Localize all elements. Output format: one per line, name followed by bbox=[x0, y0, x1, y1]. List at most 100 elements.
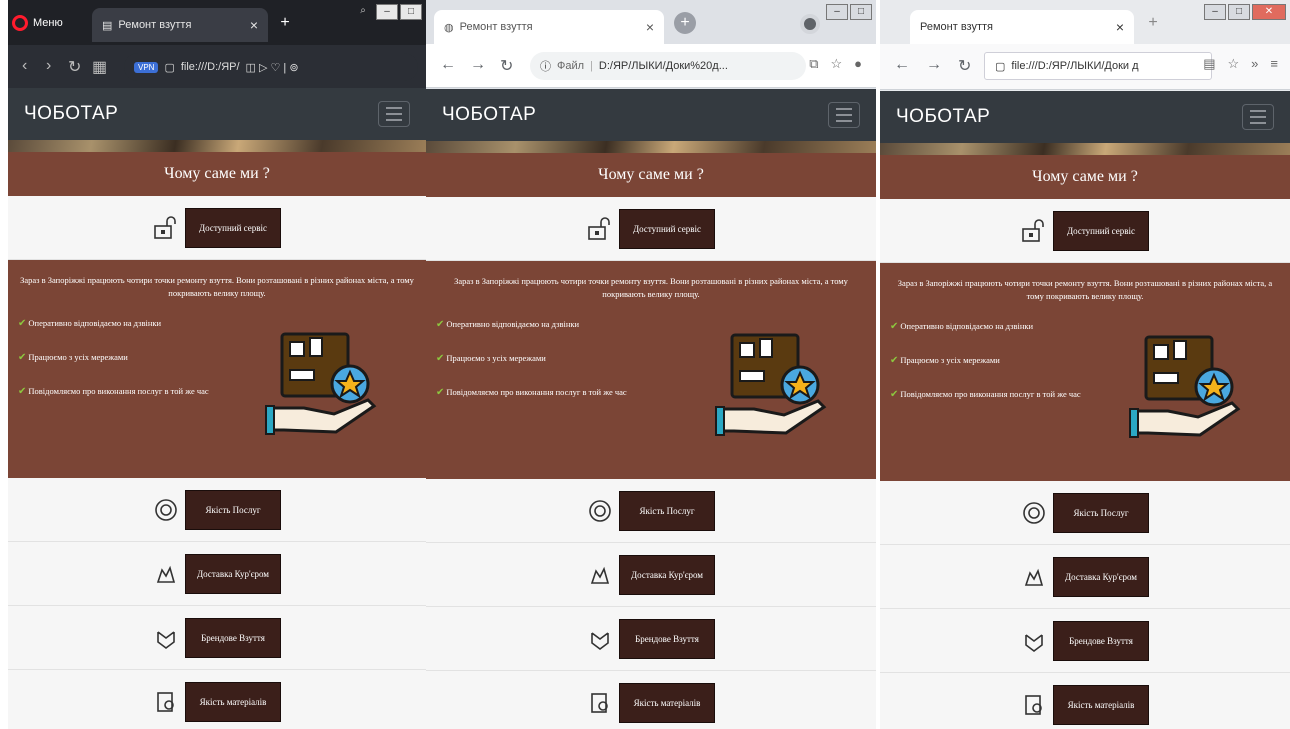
minimize-button[interactable]: – bbox=[826, 4, 848, 20]
forward-icon[interactable]: → bbox=[470, 56, 486, 74]
browser-tab[interactable]: ◍ Ремонт взуття × bbox=[434, 10, 664, 44]
service-button[interactable]: Доступний сервіс bbox=[619, 208, 715, 249]
reload-icon[interactable]: ↻ bbox=[958, 56, 971, 76]
brand-button[interactable]: Брендове Взуття bbox=[1053, 620, 1149, 661]
why-us-heading: Чому саме ми ? bbox=[8, 152, 426, 196]
account-icon[interactable]: ● bbox=[854, 56, 862, 72]
address-field[interactable]: VPN ▢ file:///D:/ЯР/ ◫ ▷ ♡ | ⊚ bbox=[124, 53, 418, 81]
bullet-list: ✔ Оперативно відповідаємо на дзвінки ✔ Пра… bbox=[890, 319, 1093, 403]
star-icon[interactable]: ☆ bbox=[830, 56, 842, 72]
brand-button[interactable]: Брендове Взуття bbox=[185, 617, 281, 658]
page-viewport[interactable]: ЧОБОТАР Чому саме ми ? Доступний сервіс … bbox=[426, 89, 876, 729]
brand-button[interactable]: Брендове Взуття bbox=[619, 618, 715, 659]
address-text: file:///D:/ЯР/ЛЫКИ/Доки д bbox=[1011, 60, 1139, 72]
reload-icon[interactable]: ↻ bbox=[68, 57, 81, 77]
materials-button[interactable]: Якість матеріалів bbox=[619, 682, 715, 723]
tab-close-button[interactable]: × bbox=[250, 17, 258, 33]
opera-menu-button[interactable]: Меню bbox=[12, 9, 63, 37]
delivery-button[interactable]: Доставка Кур'єром bbox=[619, 554, 715, 595]
menu-icon[interactable]: ≡ bbox=[1270, 56, 1278, 72]
close-button[interactable]: ✕ bbox=[1252, 4, 1286, 20]
info-icon[interactable]: ⓘ bbox=[540, 58, 551, 74]
delivery-button[interactable]: Доставка Кур'єром bbox=[1053, 556, 1149, 597]
materials-button[interactable]: Якість матеріалів bbox=[1053, 684, 1149, 725]
bullet-item: ✔ Працюємо з усіх мережами bbox=[890, 354, 1000, 366]
back-icon[interactable]: ‹ bbox=[22, 57, 27, 75]
page-icon: ▢ bbox=[164, 61, 175, 74]
tab-strip: Меню ▤ Ремонт взуття × + ⌕ – □ bbox=[8, 0, 426, 45]
hands-heart-icon bbox=[153, 625, 179, 651]
service-button[interactable]: Доступний сервіс bbox=[185, 207, 281, 248]
vpn-badge-icon[interactable]: VPN bbox=[134, 61, 159, 73]
reload-icon[interactable]: ↻ bbox=[500, 56, 513, 76]
translate-icon[interactable]: ⧉ bbox=[809, 56, 818, 72]
materials-button[interactable]: Якість матеріалів bbox=[185, 681, 281, 722]
certificate-icon bbox=[1021, 692, 1047, 718]
search-tabs-icon[interactable]: ⌕ bbox=[352, 4, 374, 20]
quality-button[interactable]: Якість Послуг bbox=[619, 490, 715, 531]
hamburger-menu-icon[interactable] bbox=[828, 102, 860, 128]
opera-logo-icon bbox=[12, 15, 28, 31]
toolbar-icons: ⧉ ☆ ● bbox=[809, 56, 862, 72]
address-field[interactable]: ▢ file:///D:/ЯР/ЛЫКИ/Доки д bbox=[984, 52, 1212, 80]
address-field[interactable]: ⓘ Файл | D:/ЯР/ЛЫКИ/Доки%20д... bbox=[530, 52, 806, 80]
speed-dial-icon[interactable]: ▦ bbox=[92, 57, 107, 77]
tab-close-button[interactable]: × bbox=[646, 19, 654, 35]
new-tab-button[interactable]: + bbox=[674, 12, 696, 34]
service-button[interactable]: Доступний сервіс bbox=[1053, 210, 1149, 251]
quality-badge-icon bbox=[153, 497, 179, 523]
info-panel: Зараз в Запоріжжі працюють чотири точки … bbox=[8, 260, 426, 478]
site-navbar: ЧОБОТАР bbox=[426, 89, 876, 141]
bullet-item: ✔ Працюємо з усіх мережами bbox=[436, 352, 546, 364]
maximize-button[interactable]: □ bbox=[1228, 4, 1250, 20]
window-controls: ⌕ – □ bbox=[352, 4, 422, 20]
info-intro-text: Зараз в Запоріжжі працюють чотири точки … bbox=[897, 278, 1273, 301]
site-brand[interactable]: ЧОБОТАР bbox=[24, 103, 118, 125]
info-panel: Зараз в Запоріжжі працюють чотири точки … bbox=[880, 263, 1290, 481]
quality-button[interactable]: Якість Послуг bbox=[1053, 492, 1149, 533]
check-icon: ✔ bbox=[18, 317, 27, 329]
site-brand[interactable]: ЧОБОТАР bbox=[442, 104, 536, 126]
browser-window-firefox: Ремонт взуття × + – □ ✕ ← → ↻ ▢ file:///… bbox=[880, 0, 1290, 729]
page-viewport[interactable]: ЧОБОТАР Чому саме ми ? Доступний сервіс … bbox=[880, 91, 1290, 729]
maximize-button[interactable]: □ bbox=[400, 4, 422, 20]
hero-image bbox=[426, 141, 876, 153]
menu-label: Меню bbox=[33, 17, 63, 29]
address-bar-row: ← → ↻ ⓘ Файл | D:/ЯР/ЛЫКИ/Доки%20д... ⧉ … bbox=[426, 44, 876, 88]
hero-image bbox=[8, 140, 426, 152]
maximize-button[interactable]: □ bbox=[850, 4, 872, 20]
snapshot-icon[interactable]: ◫ ▷ ♡ | ⊚ bbox=[246, 61, 299, 74]
window-controls: – □ bbox=[826, 4, 872, 20]
forward-icon[interactable]: › bbox=[46, 57, 51, 75]
hamburger-menu-icon[interactable] bbox=[1242, 104, 1274, 130]
delivery-button[interactable]: Доставка Кур'єром bbox=[185, 553, 281, 594]
reader-view-icon[interactable]: ▤ bbox=[1203, 56, 1215, 72]
tab-close-button[interactable]: × bbox=[1116, 19, 1124, 35]
profile-avatar-icon[interactable] bbox=[800, 14, 820, 34]
hamburger-menu-icon[interactable] bbox=[378, 101, 410, 127]
new-tab-button[interactable]: + bbox=[1142, 12, 1164, 34]
site-brand[interactable]: ЧОБОТАР bbox=[896, 106, 990, 128]
star-icon[interactable]: ☆ bbox=[1228, 56, 1240, 72]
certificate-icon bbox=[587, 690, 613, 716]
courier-icon bbox=[587, 562, 613, 588]
browser-tab[interactable]: ▤ Ремонт взуття × bbox=[92, 8, 268, 42]
back-icon[interactable]: ← bbox=[894, 56, 910, 74]
tab-title: Ремонт взуття bbox=[920, 21, 993, 33]
hands-heart-icon bbox=[1021, 628, 1047, 654]
page-viewport[interactable]: ЧОБОТАР Чому саме ми ? Доступний сервіс … bbox=[8, 88, 426, 729]
overflow-chevron-icon[interactable]: » bbox=[1251, 56, 1258, 72]
quality-button[interactable]: Якість Послуг bbox=[185, 489, 281, 530]
forward-icon[interactable]: → bbox=[926, 56, 942, 74]
page-icon: ▤ bbox=[102, 19, 113, 32]
feature-row-delivery: Доставка Кур'єром bbox=[8, 542, 426, 606]
back-icon[interactable]: ← bbox=[440, 56, 456, 74]
new-tab-button[interactable]: + bbox=[274, 12, 296, 34]
minimize-button[interactable]: – bbox=[1204, 4, 1226, 20]
hands-heart-icon bbox=[587, 626, 613, 652]
feature-row-service: Доступний сервіс bbox=[880, 199, 1290, 263]
browser-tab[interactable]: Ремонт взуття × bbox=[910, 10, 1134, 44]
courier-icon bbox=[1021, 564, 1047, 590]
minimize-button[interactable]: – bbox=[376, 4, 398, 20]
bullet-item: ✔ Повідомляємо про виконання послуг в той… bbox=[18, 385, 209, 397]
